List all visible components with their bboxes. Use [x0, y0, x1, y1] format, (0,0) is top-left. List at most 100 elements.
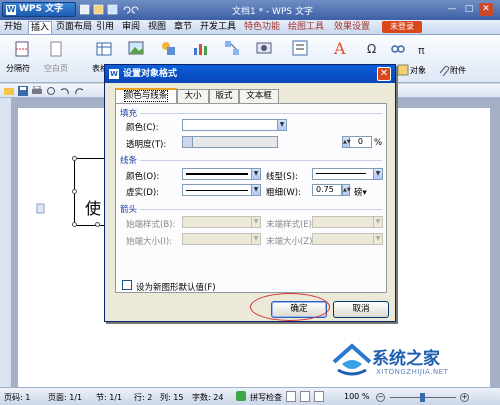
outline-view-icon[interactable]	[314, 391, 324, 402]
open-folder-icon[interactable]	[4, 86, 14, 96]
tab-start[interactable]: 开始	[4, 21, 22, 34]
picture-icon[interactable]	[128, 40, 144, 56]
tab-chapter[interactable]: 章节	[174, 21, 192, 34]
page-break-icon[interactable]	[14, 41, 30, 57]
close-window-button[interactable]: ✕	[479, 3, 493, 16]
end-size-select[interactable]	[312, 233, 374, 245]
fill-color-dropdown[interactable]: ▼	[277, 119, 287, 131]
blank-page-label[interactable]: 空白页	[44, 63, 68, 74]
set-default-label[interactable]: 设为新图形默认值(F)	[136, 281, 216, 293]
weight-unit[interactable]: 磅▾	[354, 186, 367, 198]
web-view-icon[interactable]	[300, 391, 310, 402]
tab-special-features[interactable]: 特色功能	[244, 21, 280, 34]
slider-thumb[interactable]	[183, 137, 193, 147]
status-section[interactable]: 节: 1/1	[96, 392, 122, 403]
end-size-dropdown[interactable]: ▼	[373, 233, 383, 245]
dash-label: 虚实(D):	[126, 188, 160, 198]
object-label[interactable]: 对象	[410, 65, 426, 76]
status-word-count[interactable]: 字数: 24	[192, 392, 223, 403]
begin-size-select[interactable]	[182, 233, 252, 245]
resize-handle[interactable]	[72, 189, 77, 194]
begin-style-dropdown[interactable]: ▼	[251, 216, 261, 228]
resize-handle[interactable]	[72, 156, 77, 161]
fill-color-select[interactable]	[182, 119, 278, 131]
paragraph-marker-icon	[36, 203, 45, 214]
zoom-in-icon[interactable]: +	[460, 393, 469, 402]
tab-references[interactable]: 引用	[96, 21, 114, 34]
transparency-input[interactable]: 0	[348, 136, 372, 148]
maximize-button[interactable]: □	[462, 3, 476, 16]
tab-drawing-tools[interactable]: 绘图工具	[288, 21, 324, 34]
resize-handle[interactable]	[95, 222, 100, 227]
transparency-spinner[interactable]: ▲▼	[342, 136, 351, 148]
transparency-slider[interactable]	[182, 136, 278, 148]
end-style-select[interactable]	[312, 216, 374, 228]
zoom-level[interactable]: 100 %	[344, 392, 369, 401]
dialog-title-bar[interactable]: W 设置对象格式	[105, 65, 395, 83]
chart-icon[interactable]	[192, 40, 208, 56]
end-style-dropdown[interactable]: ▼	[373, 216, 383, 228]
dash-select[interactable]	[182, 184, 252, 196]
document-title: 文档1 * - WPS 文字	[232, 7, 313, 17]
end-style-label: 末端样式(E):	[266, 220, 315, 230]
status-row: 行: 2	[134, 393, 153, 402]
zoom-slider-thumb[interactable]	[420, 393, 425, 402]
page-view-icon[interactable]	[286, 391, 296, 402]
tab-review[interactable]: 审阅	[122, 21, 140, 34]
zoom-out-icon[interactable]: −	[376, 393, 385, 402]
save-icon[interactable]	[18, 86, 28, 96]
status-page[interactable]: 页面: 1/1	[48, 392, 82, 403]
set-default-checkbox[interactable]	[122, 280, 132, 290]
quick-access-icons[interactable]	[79, 4, 160, 15]
print-preview-icon[interactable]	[46, 86, 56, 96]
begin-size-dropdown[interactable]: ▼	[251, 233, 261, 245]
quick-access-toolbar[interactable]	[79, 4, 160, 18]
line-color-select[interactable]	[182, 168, 252, 180]
dialog-close-button[interactable]: ✕	[377, 67, 391, 81]
tab-page-layout[interactable]: 页面布局	[56, 21, 92, 34]
spellcheck-label[interactable]: 拼写检查	[250, 392, 282, 403]
tab-colors-lines-label: 颜色与线条	[123, 90, 169, 102]
screenshot-icon[interactable]	[256, 40, 272, 56]
line-style-dropdown[interactable]: ▼	[373, 168, 383, 180]
tab-effect-settings[interactable]: 效果设置	[334, 21, 370, 34]
minimize-button[interactable]: —	[445, 3, 459, 16]
textbox-icon[interactable]	[292, 40, 308, 56]
page-break-label[interactable]: 分隔符	[6, 63, 30, 74]
tab-colors-lines[interactable]: 颜色与线条	[115, 88, 177, 103]
cancel-button[interactable]: 取消	[333, 301, 389, 318]
tab-view[interactable]: 视图	[148, 21, 166, 34]
weight-input[interactable]: 0.75	[312, 184, 342, 196]
tab-textbox[interactable]: 文本框	[239, 89, 279, 103]
link-icon[interactable]	[390, 41, 406, 57]
attachment-label[interactable]: 附件	[450, 65, 466, 76]
line-style-select[interactable]	[312, 168, 374, 180]
begin-style-select[interactable]	[182, 216, 252, 228]
weight-spinner[interactable]: ▲▼	[342, 184, 351, 196]
smart-art-icon[interactable]	[224, 40, 240, 56]
symbol-icon[interactable]: Ω	[364, 40, 380, 56]
line-color-dropdown[interactable]: ▼	[251, 168, 261, 180]
tab-insert[interactable]: 插入	[28, 21, 53, 34]
wps-app-button[interactable]: W WPS 文字	[2, 2, 76, 17]
spellcheck-icon[interactable]	[236, 391, 246, 401]
dash-dropdown[interactable]: ▼	[251, 184, 261, 196]
wordart-icon[interactable]: A	[332, 39, 348, 55]
tab-developer[interactable]: 开发工具	[200, 21, 236, 34]
status-column: 列: 15	[160, 393, 184, 402]
tab-size[interactable]: 大小	[177, 89, 209, 103]
print-icon[interactable]	[32, 86, 42, 96]
tab-layout[interactable]: 版式	[209, 89, 239, 103]
shapes-icon[interactable]	[160, 40, 176, 56]
fill-section-title: 填充	[120, 109, 138, 119]
login-button[interactable]: 未登录	[382, 21, 422, 33]
resize-handle[interactable]	[72, 222, 77, 227]
dash-swatch	[186, 190, 248, 191]
equation-icon[interactable]: π	[416, 41, 432, 57]
status-page-number[interactable]: 页码: 1	[4, 392, 30, 403]
table-icon[interactable]	[96, 41, 112, 57]
vertical-ruler[interactable]	[0, 98, 12, 387]
undo-icon[interactable]	[60, 86, 70, 96]
blank-page-icon[interactable]	[48, 41, 64, 57]
redo-icon[interactable]	[74, 86, 84, 96]
